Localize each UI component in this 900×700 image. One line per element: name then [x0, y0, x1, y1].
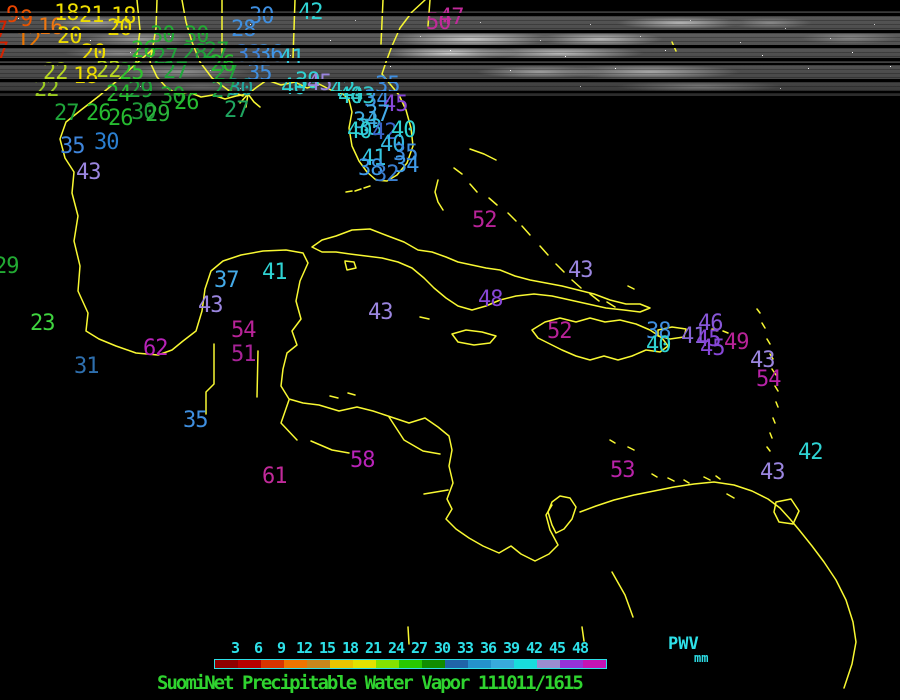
legend-tick: 18	[342, 639, 358, 657]
station-value: 45	[700, 338, 725, 360]
station-value: 31	[74, 356, 99, 378]
colorbar-segment	[399, 660, 422, 668]
map-title: SuomiNet Precipitable Water Vapor 111011…	[157, 672, 582, 694]
station-value: 52	[547, 321, 572, 343]
station-value: 52	[472, 210, 497, 232]
station-value: 51	[231, 344, 256, 366]
station-value: 54	[756, 369, 781, 391]
colorbar-segment	[307, 660, 330, 668]
scanline	[0, 91, 900, 93]
station-value: 29	[0, 256, 19, 278]
station-value: 62	[143, 338, 168, 360]
colorbar-segment	[261, 660, 284, 668]
colorbar-segment	[560, 660, 583, 668]
legend-tick: 36	[480, 639, 496, 657]
stations-layer: 9971271618211820202022182225272224292627…	[0, 0, 900, 700]
legend-tick: 39	[503, 639, 519, 657]
colorbar-segment	[537, 660, 560, 668]
station-value: 43	[568, 260, 593, 282]
scanline	[0, 63, 900, 65]
colorbar-segment	[514, 660, 537, 668]
station-value: 26	[86, 103, 111, 125]
station-value: 48	[478, 289, 503, 311]
station-value: 26	[174, 92, 199, 114]
station-value: 61	[262, 466, 287, 488]
station-value: 30	[249, 6, 274, 28]
legend-tick: 12	[296, 639, 312, 657]
station-value: 12	[16, 30, 41, 52]
station-value: 43	[76, 162, 101, 184]
legend-tick: 42	[526, 639, 542, 657]
station-value: 30	[94, 132, 119, 154]
station-value: 41	[262, 262, 287, 284]
scanline	[0, 13, 900, 16]
legend-tick: 48	[572, 639, 588, 657]
colorbar-segment	[330, 660, 353, 668]
station-value: 35	[60, 136, 85, 158]
station-value: 9	[6, 5, 18, 27]
station-value: 30	[150, 25, 175, 47]
station-value: 27	[54, 103, 79, 125]
station-value: 42	[798, 442, 823, 464]
legend-tick: 9	[277, 639, 285, 657]
station-value: 32	[374, 164, 399, 186]
scanline	[0, 45, 900, 48]
scanline	[0, 79, 900, 82]
legend-unit-sub: mm	[694, 651, 708, 665]
legend-tick: 45	[549, 639, 565, 657]
legend-tick: 24	[388, 639, 404, 657]
colorbar-segment	[583, 660, 606, 668]
colorbar-segment	[215, 660, 238, 668]
station-value: 49	[724, 332, 749, 354]
colorbar-segment	[468, 660, 491, 668]
station-value: 53	[610, 460, 635, 482]
colorbar-segment	[445, 660, 468, 668]
station-value: 40	[646, 335, 671, 357]
station-value: 37	[214, 270, 239, 292]
station-value: 43	[368, 302, 393, 324]
station-value: 20	[107, 18, 132, 40]
legend-tick: 6	[254, 639, 262, 657]
station-value: 23	[30, 313, 55, 335]
colorbar-segment	[238, 660, 261, 668]
legend-tick: 30	[434, 639, 450, 657]
pwv-colorbar	[214, 659, 607, 669]
legend-tick: 3	[231, 639, 239, 657]
colorbar-segment	[376, 660, 399, 668]
station-value: 27	[224, 100, 249, 122]
legend-tick: 33	[457, 639, 473, 657]
station-value: 54	[231, 320, 256, 342]
station-value: 22	[34, 79, 59, 101]
colorbar-segment	[422, 660, 445, 668]
station-value: 21	[79, 5, 104, 27]
station-value: 30	[184, 25, 209, 47]
station-value: 47	[439, 7, 464, 29]
scanline	[0, 58, 900, 61]
station-value: 18	[73, 66, 98, 88]
station-value: 26	[108, 108, 133, 130]
station-value: 43	[198, 295, 223, 317]
station-value: 43	[760, 462, 785, 484]
legend-tick: 15	[319, 639, 335, 657]
legend-tick: 21	[365, 639, 381, 657]
colorbar-segment	[284, 660, 307, 668]
legend-tick: 27	[411, 639, 427, 657]
pwv-map-screen: 9971271618211820202022182225272224292627…	[0, 0, 900, 700]
station-value: 35	[183, 410, 208, 432]
station-value: 29	[145, 104, 170, 126]
station-value: 58	[350, 450, 375, 472]
scanline	[0, 30, 900, 33]
colorbar-segment	[491, 660, 514, 668]
colorbar-segment	[353, 660, 376, 668]
station-value: 40	[347, 121, 372, 143]
